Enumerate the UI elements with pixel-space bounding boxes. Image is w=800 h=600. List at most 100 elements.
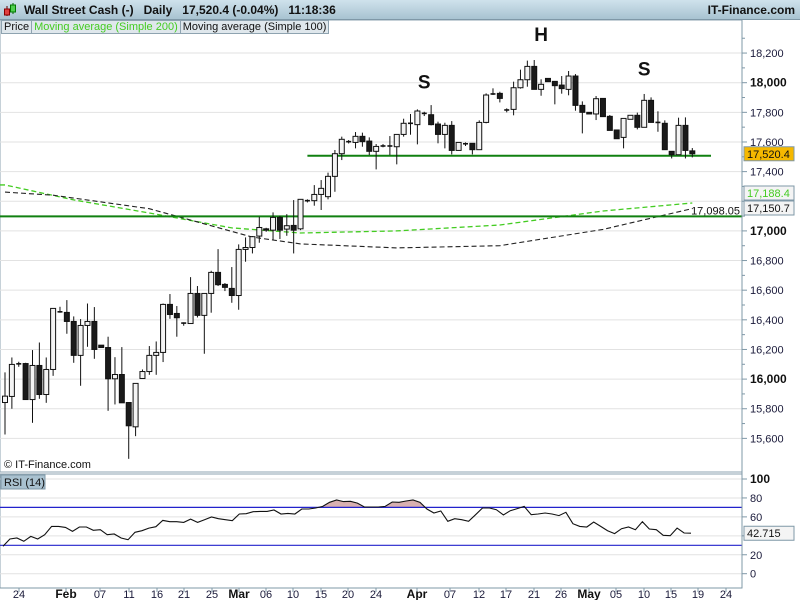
legend-price[interactable]: Price bbox=[1, 20, 33, 34]
price-axis[interactable]: 15,600 15,800 16,000 16,200 16,400 16,600 16,8… bbox=[742, 37, 787, 445]
price-tick-label: 16,200 bbox=[750, 344, 784, 356]
time-tick-label: 15 bbox=[665, 589, 677, 600]
candle-body bbox=[538, 83, 545, 90]
candle-body bbox=[118, 374, 125, 404]
candle bbox=[50, 307, 57, 376]
time-tick-label: 17 bbox=[500, 589, 512, 600]
price-tick-label: 16,400 bbox=[750, 315, 784, 327]
legend-ma100[interactable]: Moving average (Simple 100) bbox=[179, 20, 330, 34]
candle bbox=[648, 97, 655, 123]
time-tick-label: Feb bbox=[55, 587, 76, 600]
ma100-value-label: 17,150.7 bbox=[747, 203, 790, 215]
candle-body bbox=[648, 99, 655, 123]
time-tick-label: 24 bbox=[720, 589, 732, 600]
candle-body bbox=[98, 344, 105, 349]
candle-body bbox=[544, 77, 551, 83]
time-tick-label: 24 bbox=[13, 589, 25, 600]
candle-body bbox=[187, 292, 194, 325]
candle-body bbox=[43, 368, 50, 396]
time-tick-label: 15 bbox=[315, 589, 327, 600]
candle bbox=[483, 93, 490, 124]
candle bbox=[572, 74, 579, 111]
time-tick-label: 20 bbox=[342, 589, 354, 600]
candle-body bbox=[270, 216, 277, 231]
candle-body bbox=[194, 292, 201, 316]
quote-time: 11:18:36 bbox=[288, 3, 336, 17]
candle-body bbox=[689, 150, 696, 155]
time-tick-label: 26 bbox=[555, 589, 567, 600]
candle-body bbox=[455, 141, 462, 151]
period: Daily bbox=[143, 3, 173, 17]
candle-body bbox=[242, 246, 249, 250]
candle-body bbox=[414, 110, 421, 126]
price-tick-label: 17,000 bbox=[750, 224, 787, 238]
pattern-label: S bbox=[418, 73, 431, 94]
last-price-label: 17,520.4 bbox=[747, 149, 790, 161]
candle-body bbox=[173, 312, 180, 319]
instrument-title: Wall Street Cash (-) Daily 17,520.4 (-0.… bbox=[24, 3, 336, 17]
candle-body bbox=[91, 320, 98, 350]
rsi-label: RSI (14) bbox=[4, 477, 45, 489]
price-tick-label: 16,800 bbox=[750, 256, 784, 268]
candle-body bbox=[517, 79, 524, 89]
candle-body bbox=[36, 364, 43, 396]
time-axis[interactable]: 24 Feb 07 11 16 21 25 Mar 06 10 15 20 24 Apr 07 12 17 21 2… bbox=[13, 587, 732, 600]
candle-body bbox=[496, 92, 503, 99]
candle-body bbox=[668, 150, 675, 156]
candle-body bbox=[77, 324, 84, 356]
rsi-tick-label: 60 bbox=[750, 512, 762, 524]
candle-body bbox=[208, 271, 215, 294]
candle-body bbox=[428, 114, 435, 126]
candle-body bbox=[661, 122, 668, 151]
legend-ma200[interactable]: Moving average (Simple 200) bbox=[31, 20, 181, 34]
candle-body bbox=[2, 395, 8, 404]
time-tick-label: 25 bbox=[206, 589, 218, 600]
candle-body bbox=[586, 111, 593, 115]
copyright-text: © IT-Finance.com bbox=[4, 459, 91, 471]
rsi-tick-label: 20 bbox=[750, 550, 762, 562]
time-tick-label: 07 bbox=[444, 589, 456, 600]
time-tick-label: 19 bbox=[692, 589, 704, 600]
time-tick-label: May bbox=[577, 587, 601, 600]
title-bar: Wall Street Cash (-) Daily 17,520.4 (-0.… bbox=[0, 0, 800, 20]
candle-body bbox=[510, 87, 517, 110]
candle-body bbox=[565, 75, 572, 90]
indicator-legend: Price Moving average (Simple 200) Moving… bbox=[1, 20, 330, 34]
rsi-tick-label: 0 bbox=[750, 569, 756, 581]
candle-body bbox=[359, 135, 366, 143]
candle-body bbox=[641, 99, 648, 128]
candle-body bbox=[400, 122, 407, 135]
candle bbox=[325, 172, 332, 200]
candle bbox=[22, 362, 29, 401]
candle-body bbox=[331, 153, 338, 177]
candle-body bbox=[613, 129, 620, 140]
candle bbox=[613, 129, 620, 140]
candle-body bbox=[84, 320, 91, 326]
candle-body bbox=[524, 65, 531, 81]
price-panel[interactable] bbox=[0, 19, 743, 473]
candle-body bbox=[434, 123, 441, 135]
candle-body bbox=[551, 80, 558, 87]
candle-body bbox=[111, 374, 118, 380]
candle-body bbox=[228, 287, 235, 297]
time-tick-label: Apr bbox=[407, 587, 428, 600]
time-tick-label: 07 bbox=[94, 589, 106, 600]
rsi-panel[interactable] bbox=[0, 473, 743, 589]
candle-body bbox=[366, 140, 373, 152]
price-tick-label: 16,600 bbox=[750, 285, 784, 297]
candle bbox=[70, 316, 77, 363]
candle-body bbox=[352, 135, 359, 143]
candle-body bbox=[558, 84, 565, 90]
candle-body bbox=[146, 354, 153, 373]
pattern-label: S bbox=[638, 59, 651, 80]
chart-canvas[interactable]: S H S 15,600 15,800 16,000 16,200 16,400 16,600… bbox=[0, 0, 800, 600]
candle-body bbox=[393, 133, 400, 148]
price-tick-label: 18,000 bbox=[750, 76, 787, 90]
candle-body bbox=[579, 104, 586, 113]
candle-body bbox=[105, 347, 112, 380]
candle bbox=[661, 120, 668, 151]
candle bbox=[544, 77, 551, 83]
price-tick-label: 15,800 bbox=[750, 404, 784, 416]
candle-body bbox=[599, 97, 606, 118]
candle-body bbox=[153, 351, 160, 356]
